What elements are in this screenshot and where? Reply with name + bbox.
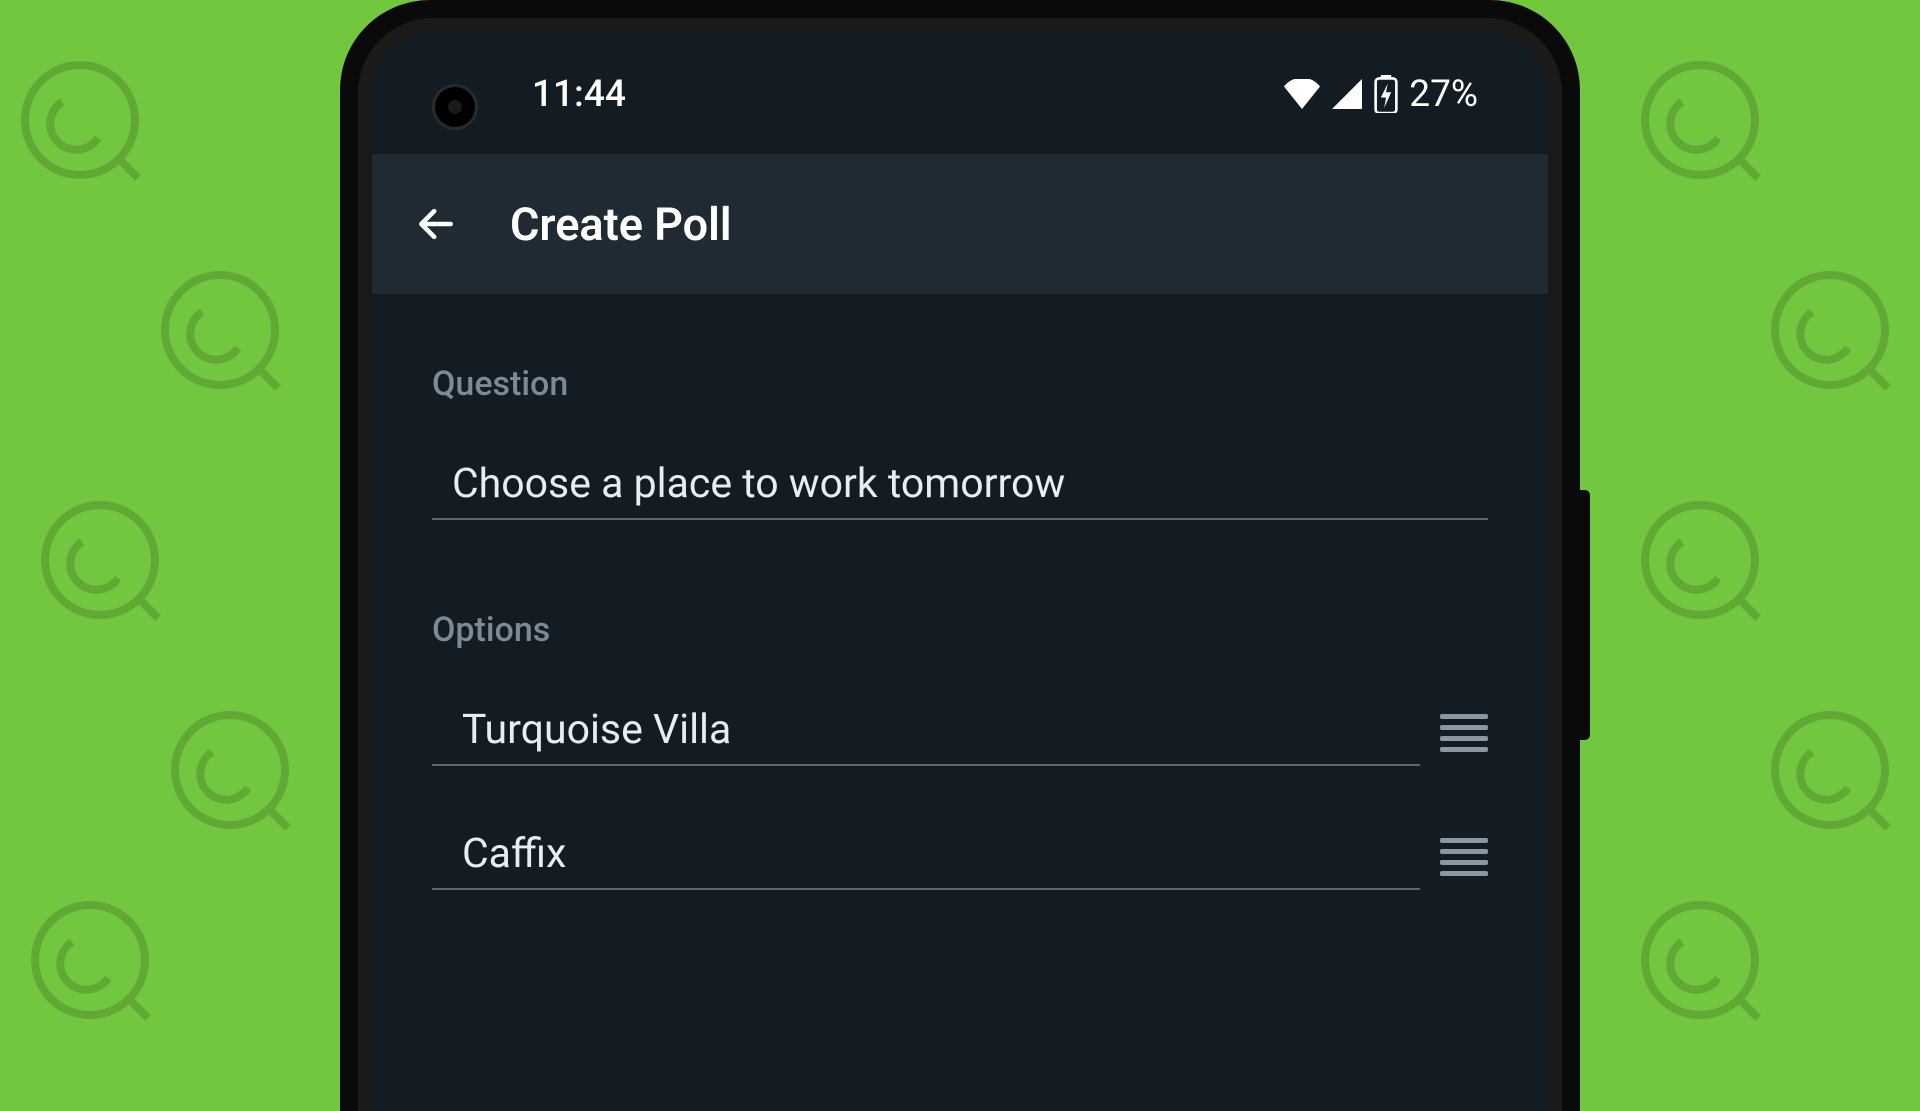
phone-side-button: [1580, 490, 1590, 740]
status-bar: 11:44 27%: [372, 32, 1548, 106]
back-button[interactable]: [412, 200, 460, 248]
arrow-left-icon: [414, 202, 458, 246]
phone-frame-outer: 11:44 27% Create Poll: [340, 0, 1580, 1111]
cellular-icon: [1331, 79, 1363, 109]
options-label: Options: [432, 610, 1488, 650]
wifi-icon: [1283, 79, 1321, 109]
camera-punch-hole: [432, 84, 478, 130]
phone-frame-inner: 11:44 27% Create Poll: [358, 18, 1562, 1111]
option-input-1[interactable]: [432, 700, 1420, 766]
question-input[interactable]: [432, 454, 1488, 520]
app-bar: Create Poll: [372, 154, 1548, 294]
status-indicators: 27%: [1283, 73, 1478, 116]
battery-percent: 27%: [1409, 73, 1478, 116]
form-content: Question Options: [372, 294, 1548, 890]
options-section: Options: [432, 610, 1488, 890]
status-time: 11:44: [532, 73, 626, 116]
option-row: [432, 824, 1488, 890]
battery-icon: [1373, 75, 1399, 113]
drag-handle-icon[interactable]: [1440, 837, 1488, 877]
drag-handle-icon[interactable]: [1440, 713, 1488, 753]
option-input-2[interactable]: [432, 824, 1420, 890]
page-title: Create Poll: [510, 198, 732, 251]
question-label: Question: [432, 364, 1488, 404]
phone-screen: 11:44 27% Create Poll: [372, 32, 1548, 1111]
option-row: [432, 700, 1488, 766]
